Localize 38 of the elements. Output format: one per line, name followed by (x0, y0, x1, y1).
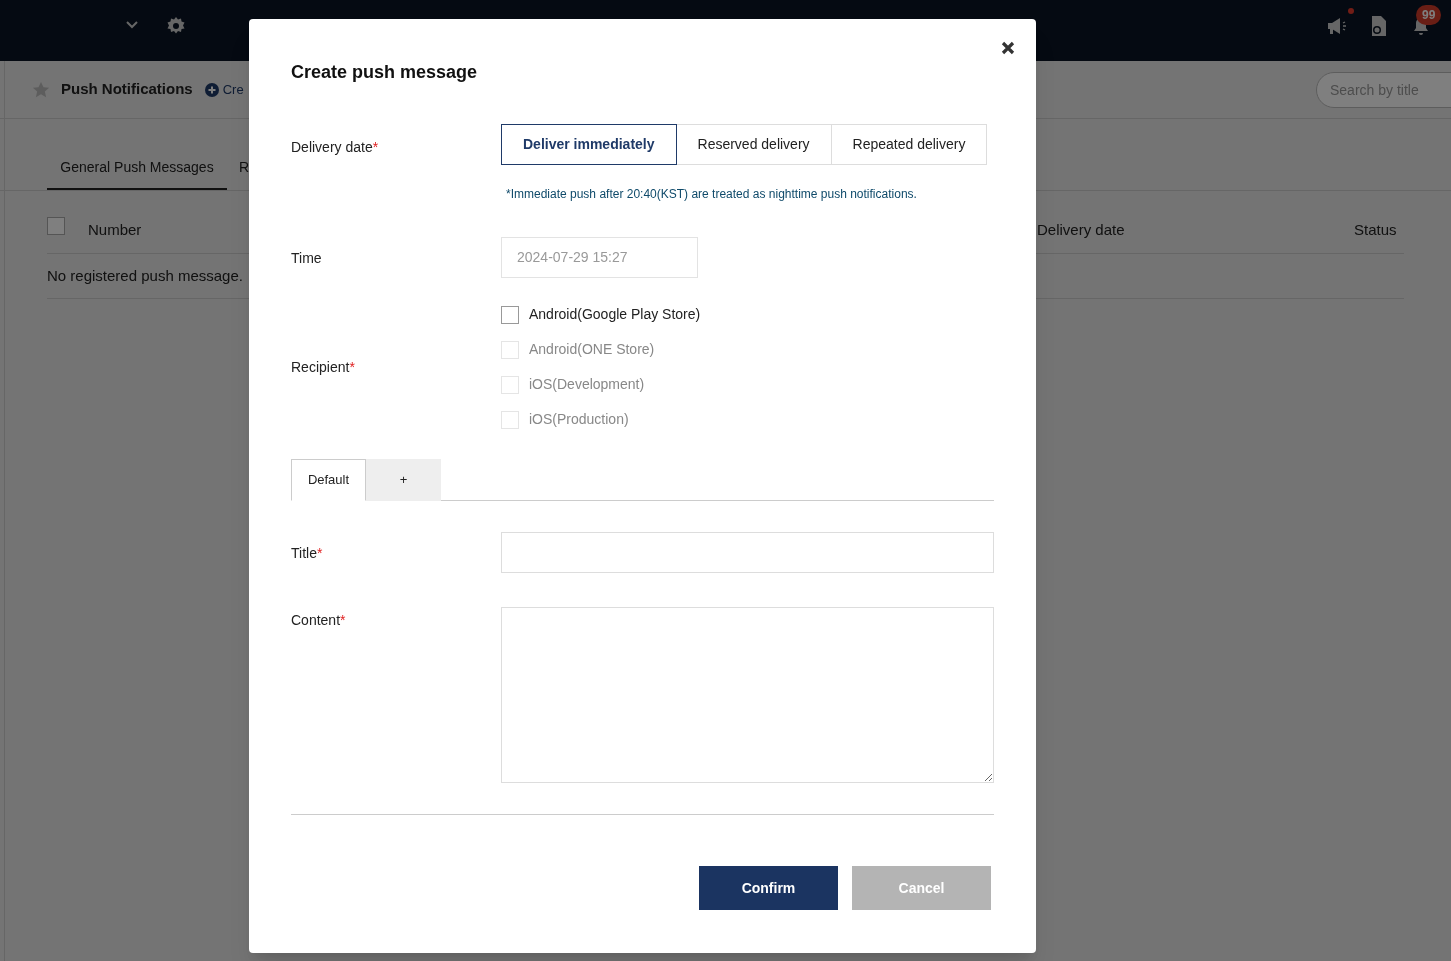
required-mark: * (349, 359, 355, 375)
notification-badge: 99 (1416, 5, 1442, 25)
field-label: Delivery date* (291, 139, 379, 155)
checkbox-label: Android(ONE Store) (529, 340, 655, 359)
delivery-note: *Immediate push after 20:40(KST) are treated as nighttime push notifications. (506, 186, 918, 203)
language-tab[interactable]: + (366, 459, 441, 501)
checkbox-label: Android(Google Play Store) (529, 305, 701, 324)
column-header: Number (88, 220, 142, 240)
settings-icon[interactable] (166, 16, 186, 36)
language-tab[interactable]: Default (291, 459, 366, 501)
plus-circle-icon[interactable] (204, 82, 219, 97)
close-icon[interactable] (1001, 41, 1015, 55)
required-mark: * (340, 612, 346, 628)
page-title: Push Notifications (61, 79, 193, 100)
dialog-title: Create push message (291, 61, 479, 84)
column-header: Status (1354, 220, 1397, 240)
confirm-button[interactable]: Confirm (699, 866, 838, 910)
title-input[interactable] (501, 532, 994, 573)
document-icon[interactable] (1370, 15, 1388, 37)
select-all-checkbox[interactable] (47, 217, 65, 235)
field-label: Time (291, 249, 322, 266)
delivery-option[interactable]: Deliver immediately (501, 124, 677, 165)
required-mark: * (316, 544, 323, 561)
megaphone-icon[interactable] (1326, 16, 1348, 36)
field-label: Title* (291, 544, 323, 561)
checkbox-label: iOS(Development) (529, 375, 645, 394)
create-link[interactable]: Cre (222, 79, 244, 100)
empty-message: No registered push message. (47, 265, 243, 286)
page-tab[interactable]: R (227, 157, 250, 190)
page-tab[interactable]: General Push Messages (47, 157, 227, 190)
checkbox[interactable] (501, 305, 519, 324)
required-mark: * (372, 139, 379, 155)
delivery-option[interactable]: Repeated delivery (830, 124, 988, 165)
field-label: Content* (291, 612, 346, 628)
checkbox-label: iOS(Production) (529, 410, 629, 429)
delivery-option[interactable]: Reserved delivery (675, 124, 832, 165)
field-label: Recipient* (291, 359, 355, 375)
column-header: Delivery date (1037, 220, 1125, 240)
